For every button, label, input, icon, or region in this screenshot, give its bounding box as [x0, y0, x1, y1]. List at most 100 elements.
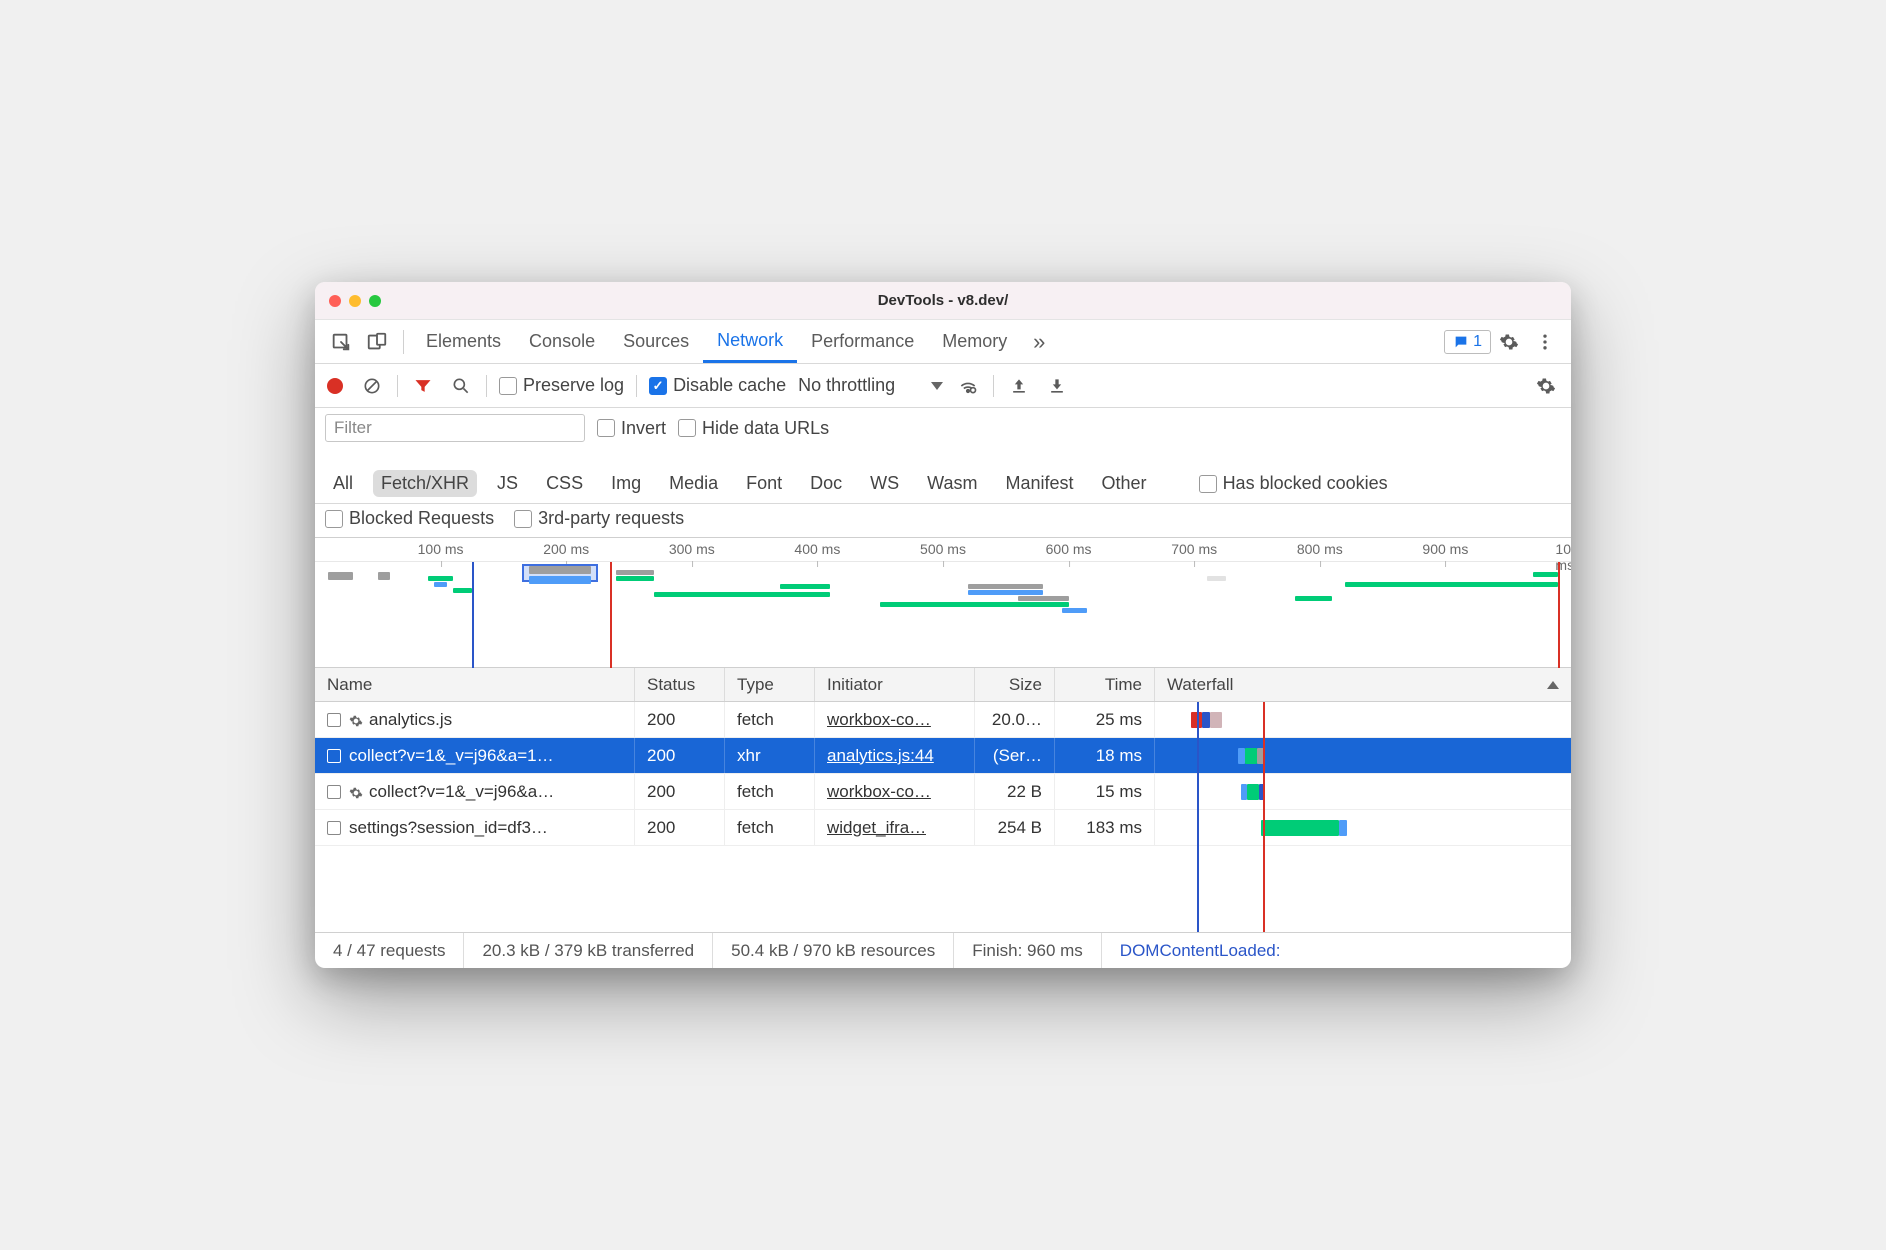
upload-har-icon[interactable] — [1006, 373, 1032, 399]
service-worker-gear-icon — [349, 785, 363, 799]
filter-type-wasm[interactable]: Wasm — [919, 470, 985, 497]
col-size[interactable]: Size — [975, 668, 1055, 701]
issues-count: 1 — [1473, 333, 1482, 351]
waterfall-cell — [1167, 774, 1559, 809]
status-bar: 4 / 47 requests 20.3 kB / 379 kB transfe… — [315, 932, 1571, 968]
preserve-log-label: Preserve log — [523, 375, 624, 396]
filter-type-img[interactable]: Img — [603, 470, 649, 497]
request-time: 183 ms — [1055, 810, 1155, 845]
dcl-marker — [472, 562, 474, 668]
network-settings-gear-icon[interactable] — [1533, 373, 1559, 399]
device-mode-icon[interactable] — [363, 328, 391, 356]
col-status[interactable]: Status — [635, 668, 725, 701]
window-title: DevTools - v8.dev/ — [878, 292, 1009, 309]
tab-elements[interactable]: Elements — [412, 320, 515, 363]
filter-bar: Filter Invert Hide data URLs All Fetch/X… — [315, 408, 1571, 504]
initiator-link[interactable]: analytics.js:44 — [827, 746, 934, 766]
filter-input[interactable]: Filter — [325, 414, 585, 442]
filter-type-font[interactable]: Font — [738, 470, 790, 497]
col-waterfall[interactable]: Waterfall — [1155, 668, 1571, 701]
more-tabs-chevron-icon[interactable]: » — [1025, 328, 1053, 356]
search-icon[interactable] — [448, 373, 474, 399]
row-checkbox[interactable] — [327, 821, 341, 835]
request-name: settings?session_id=df3… — [349, 818, 548, 838]
table-row[interactable]: collect?v=1&_v=j96&a=1…200xhranalytics.j… — [315, 738, 1571, 774]
request-size: 20.0… — [975, 702, 1055, 737]
filter-type-other[interactable]: Other — [1094, 470, 1155, 497]
invert-checkbox[interactable]: Invert — [597, 418, 666, 439]
initiator-link[interactable]: workbox-co… — [827, 782, 931, 802]
filter-type-media[interactable]: Media — [661, 470, 726, 497]
record-button[interactable] — [327, 378, 343, 394]
filter-type-css[interactable]: CSS — [538, 470, 591, 497]
table-row[interactable]: collect?v=1&_v=j96&a…200fetchworkbox-co…… — [315, 774, 1571, 810]
request-type: fetch — [725, 810, 815, 845]
request-size: (Ser… — [975, 738, 1055, 773]
table-row[interactable]: settings?session_id=df3…200fetchwidget_i… — [315, 810, 1571, 846]
filter-icon[interactable] — [410, 373, 436, 399]
timeline-body — [315, 562, 1571, 668]
filter-type-doc[interactable]: Doc — [802, 470, 850, 497]
filter-type-manifest[interactable]: Manifest — [998, 470, 1082, 497]
row-checkbox[interactable] — [327, 785, 341, 799]
request-time: 25 ms — [1055, 702, 1155, 737]
sort-triangle-icon — [1547, 681, 1559, 689]
devtools-window: DevTools - v8.dev/ Elements Console Sour… — [315, 282, 1571, 968]
filter-type-js[interactable]: JS — [489, 470, 526, 497]
load-marker-2 — [1558, 562, 1560, 668]
hide-data-urls-checkbox[interactable]: Hide data URLs — [678, 418, 829, 439]
third-party-requests-checkbox[interactable]: 3rd-party requests — [514, 508, 684, 529]
preserve-log-checkbox[interactable]: Preserve log — [499, 375, 624, 396]
filter-bar-2: Blocked Requests 3rd-party requests — [315, 504, 1571, 538]
tab-performance[interactable]: Performance — [797, 320, 928, 363]
issues-badge[interactable]: 1 — [1444, 330, 1491, 354]
has-blocked-cookies-checkbox[interactable]: Has blocked cookies — [1199, 473, 1388, 494]
request-status: 200 — [635, 738, 725, 773]
request-name: collect?v=1&_v=j96&a… — [369, 782, 554, 802]
col-initiator[interactable]: Initiator — [815, 668, 975, 701]
request-type: fetch — [725, 774, 815, 809]
status-resources: 50.4 kB / 970 kB resources — [713, 933, 954, 968]
filter-type-fetch-xhr[interactable]: Fetch/XHR — [373, 470, 477, 497]
col-time[interactable]: Time — [1055, 668, 1155, 701]
request-type: xhr — [725, 738, 815, 773]
disable-cache-checkbox[interactable]: Disable cache — [649, 375, 786, 396]
request-size: 22 B — [975, 774, 1055, 809]
col-name[interactable]: Name — [315, 668, 635, 701]
request-name: analytics.js — [369, 710, 452, 730]
table-header: Name Status Type Initiator Size Time Wat… — [315, 668, 1571, 702]
waterfall-cell — [1167, 738, 1559, 773]
throttling-select[interactable]: No throttling — [798, 375, 943, 396]
request-time: 18 ms — [1055, 738, 1155, 773]
row-checkbox[interactable] — [327, 713, 341, 727]
disable-cache-label: Disable cache — [673, 375, 786, 396]
inspect-element-icon[interactable] — [327, 328, 355, 356]
timeline-overview[interactable]: 100 ms 200 ms 300 ms 400 ms 500 ms 600 m… — [315, 538, 1571, 668]
tab-memory[interactable]: Memory — [928, 320, 1021, 363]
tab-console[interactable]: Console — [515, 320, 609, 363]
status-finish: Finish: 960 ms — [954, 933, 1102, 968]
filter-type-all[interactable]: All — [325, 470, 361, 497]
col-type[interactable]: Type — [725, 668, 815, 701]
zoom-window-button[interactable] — [369, 295, 381, 307]
request-type: fetch — [725, 702, 815, 737]
clear-button[interactable] — [359, 373, 385, 399]
settings-gear-icon[interactable] — [1495, 328, 1523, 356]
request-status: 200 — [635, 702, 725, 737]
initiator-link[interactable]: workbox-co… — [827, 710, 931, 730]
tab-sources[interactable]: Sources — [609, 320, 703, 363]
tab-network[interactable]: Network — [703, 320, 797, 363]
download-har-icon[interactable] — [1044, 373, 1070, 399]
timeline-ruler: 100 ms 200 ms 300 ms 400 ms 500 ms 600 m… — [315, 538, 1571, 562]
row-checkbox[interactable] — [327, 749, 341, 763]
table-row[interactable]: analytics.js 200fetch workbox-co… 20.0…25 m… — [315, 702, 1571, 738]
close-window-button[interactable] — [329, 295, 341, 307]
kebab-menu-icon[interactable] — [1531, 328, 1559, 356]
blocked-requests-checkbox[interactable]: Blocked Requests — [325, 508, 494, 529]
filter-type-ws[interactable]: WS — [862, 470, 907, 497]
minimize-window-button[interactable] — [349, 295, 361, 307]
initiator-link[interactable]: widget_ifra… — [827, 818, 926, 838]
waterfall-cell — [1167, 702, 1559, 737]
network-conditions-icon[interactable] — [955, 373, 981, 399]
status-dcl: DOMContentLoaded: — [1102, 933, 1299, 968]
